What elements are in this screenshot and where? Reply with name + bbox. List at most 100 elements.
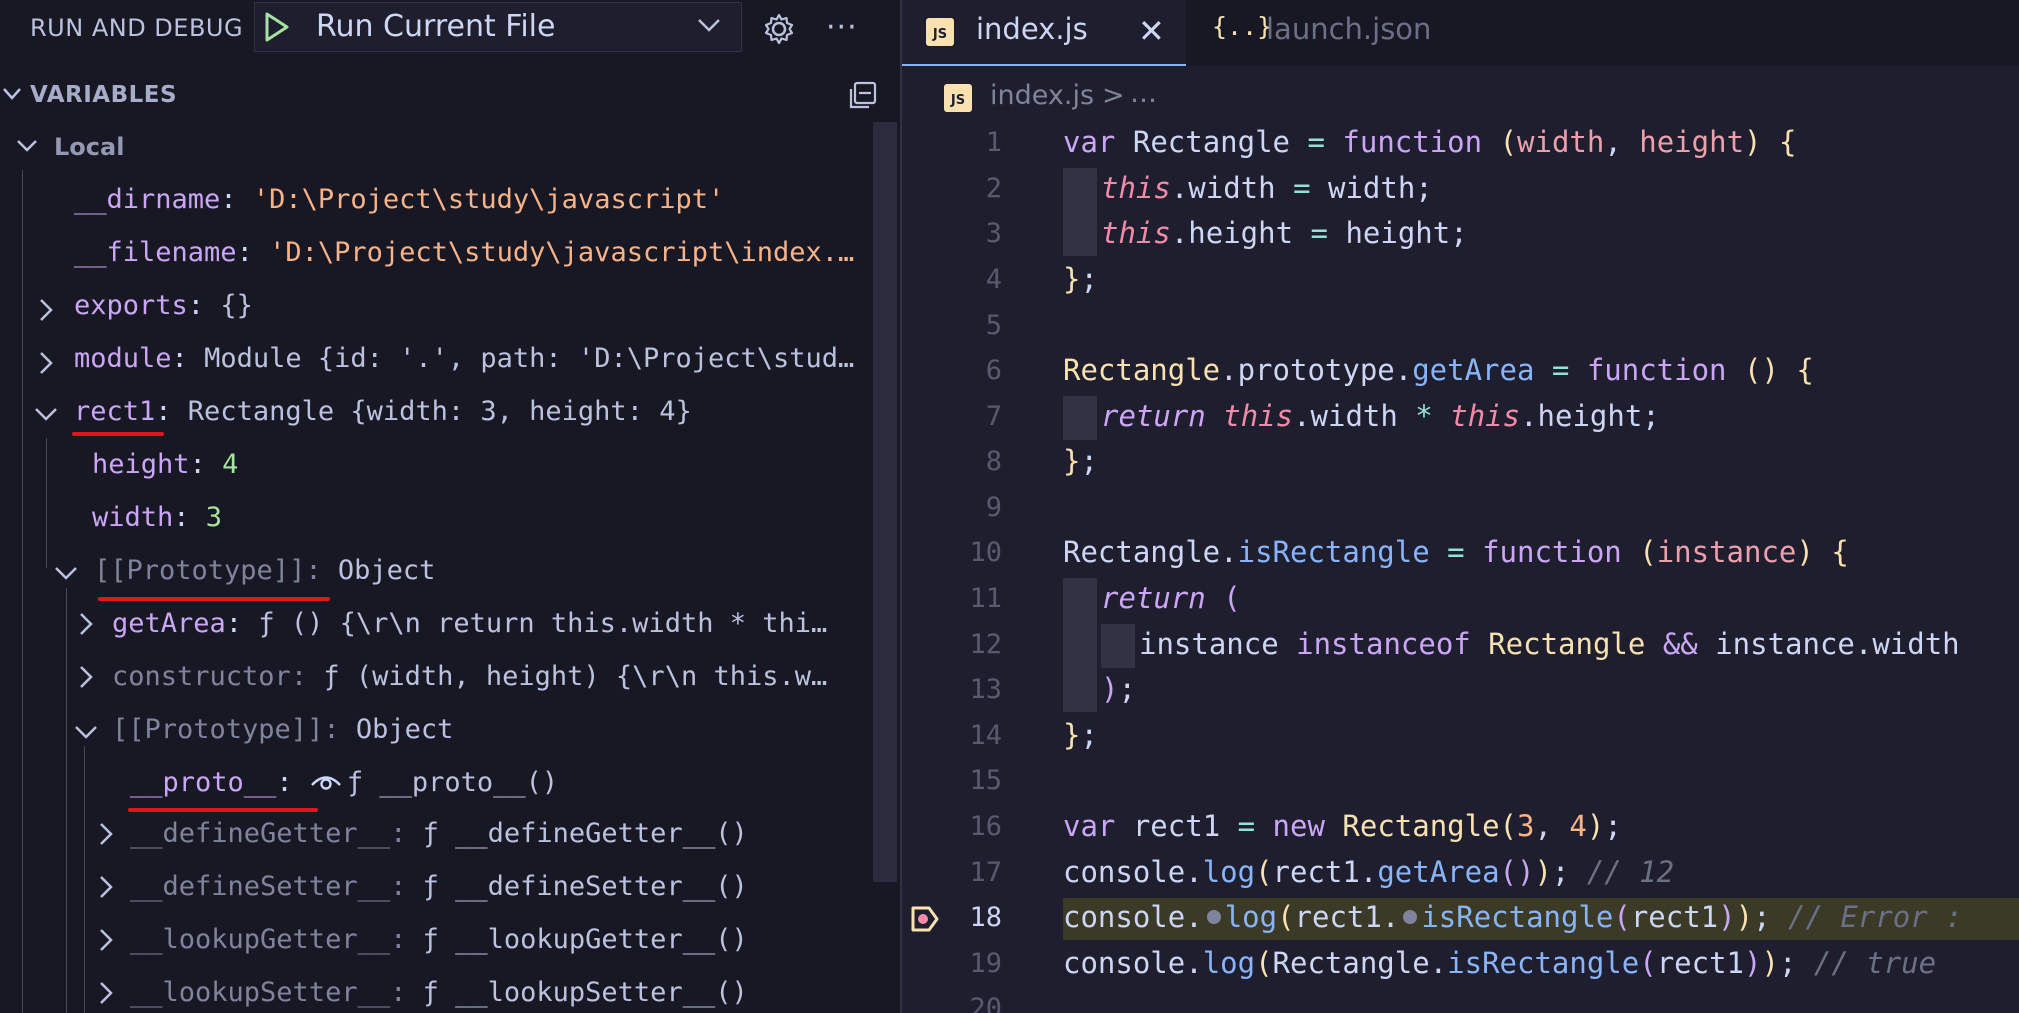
line-number: 8 [985,446,1002,477]
scrollbar[interactable] [873,122,897,882]
breadcrumb-symbol[interactable]: … [1130,78,1157,109]
var-name: __lookupSetter__ [130,977,391,1008]
var-value: ƒ __lookupSetter__() [422,977,748,1008]
code-comment: // true [1813,946,1937,980]
inline-breakpoint-icon[interactable] [1206,910,1221,924]
line-number: 4 [985,264,1002,295]
var-row-module[interactable]: module: Module {id: '.', path: 'D:\Proje… [74,343,854,374]
code-line-1[interactable]: var Rectangle = function (width, height)… [1063,125,1796,159]
tree-guide [66,588,67,1013]
tab-index-js[interactable]: JS index.js ✕ [902,0,1186,66]
code-line-12[interactable]: instance instanceof Rectangle && instanc… [1139,627,1960,661]
chevron-down-icon[interactable] [2,86,22,106]
var-value: ƒ __defineSetter__() [422,871,748,902]
var-value: ƒ __lookupGetter__() [422,924,748,955]
code-line-2[interactable]: this.width = width; [1101,171,1433,205]
inline-breakpoint-icon[interactable] [1403,910,1418,924]
chevron-right-icon[interactable] [98,928,114,956]
chevron-right-icon[interactable] [78,612,94,640]
var-row-prototype[interactable]: [[Prototype]]: Object [94,555,435,586]
var-name: __dirname [74,184,221,215]
start-debugging-icon[interactable] [264,12,290,46]
var-row-constructor[interactable]: constructor: ƒ (width, height) {\r\n thi… [112,661,827,692]
tree-guide [84,746,85,1013]
chevron-down-icon[interactable] [696,16,722,38]
chevron-right-icon[interactable] [78,665,94,693]
line-number: 3 [985,218,1002,249]
var-row-dirname[interactable]: __dirname: 'D:\Project\study\javascript' [74,184,724,215]
var-value: ƒ (width, height) {\r\n this.w… [323,661,828,692]
line-number: 20 [969,993,1002,1013]
var-row-definesetter[interactable]: __defineSetter__: ƒ __defineSetter__() [130,871,748,902]
chevron-down-icon[interactable] [74,724,98,744]
chevron-down-icon[interactable] [54,565,78,585]
code-line-4[interactable]: }; [1063,262,1098,296]
tab-launch-json[interactable]: launch.json [1266,12,1431,46]
var-value: Object [355,714,454,745]
var-row-proto-accessor[interactable]: __proto__: ƒ __proto__() [130,767,558,798]
more-actions-icon[interactable]: ··· [826,10,858,45]
var-name: [[Prototype]] [112,714,324,745]
annotation-underline [128,808,318,812]
var-row-lookupgetter[interactable]: __lookupGetter__: ƒ __lookupGetter__() [130,924,748,955]
var-value: 4 [222,449,239,480]
breadcrumb-file[interactable]: index.js [990,80,1094,111]
line-number: 1 [985,127,1002,158]
line-number: 19 [969,948,1002,979]
var-name: constructor [112,661,291,692]
var-row-lookupsetter[interactable]: __lookupSetter__: ƒ __lookupSetter__() [130,977,748,1008]
code-line-7[interactable]: return this.width * this.height; [1101,399,1660,433]
code-comment: // Error : [1788,900,1963,934]
code-line-11[interactable]: return ( [1101,581,1241,615]
line-number-current: 18 [969,902,1002,933]
scope-local[interactable]: Local [54,133,124,161]
code-line-18[interactable]: console. log(rect1. isRectangle(rect1)); /… [1063,900,1963,934]
var-name: rect1 [74,396,156,427]
indent-guide [1063,396,1097,440]
debug-config-label[interactable]: Run Current File [316,9,555,44]
code-line-19[interactable]: console.log(Rectangle.isRectangle(rect1)… [1063,946,1936,980]
code-line-10[interactable]: Rectangle.isRectangle = function (instan… [1063,535,1849,569]
tab-bar: JS index.js ✕ {..} launch.json [902,0,2019,66]
code-line-13[interactable]: ); [1101,672,1136,706]
var-row-width[interactable]: width: 3 [92,502,222,533]
var-row-definegetter[interactable]: __defineGetter__: ƒ __defineGetter__() [130,818,748,849]
code-line-17[interactable]: console.log(rect1.getArea()); // 12 [1063,855,1674,889]
var-name: __defineSetter__ [130,871,391,902]
var-value: 'D:\Project\study\javascript\index.… [269,237,855,268]
collapse-all-icon[interactable] [846,80,878,116]
chevron-right-icon[interactable] [98,875,114,903]
chevron-down-icon[interactable] [16,138,38,158]
gear-icon[interactable] [762,12,796,50]
close-icon[interactable]: ✕ [1138,12,1165,50]
var-value: Module {id: '.', path: 'D:\Project\stud… [204,343,855,374]
line-number: 7 [985,401,1002,432]
chevron-down-icon[interactable] [34,406,58,426]
var-row-getarea[interactable]: getArea: ƒ () {\r\n return this.width * … [112,608,827,639]
chevron-right-icon[interactable] [98,981,114,1009]
indent-guide [1063,168,1097,256]
line-number: 13 [969,674,1002,705]
variables-section-title[interactable]: VARIABLES [30,82,177,108]
var-name: __filename [74,237,237,268]
chevron-right-icon[interactable] [38,351,54,379]
debug-header: RUN AND DEBUG Run Current File ··· [0,0,900,56]
code-line-16[interactable]: var rect1 = new Rectangle(3, 4); [1063,809,1622,843]
code-line-14[interactable]: }; [1063,718,1098,752]
var-row-prototype-nested[interactable]: [[Prototype]]: Object [112,714,453,745]
eye-icon[interactable] [309,770,343,792]
chevron-right-icon[interactable] [98,822,114,850]
code-line-3[interactable]: this.height = height; [1101,216,1468,250]
var-row-exports[interactable]: exports: {} [74,290,253,321]
line-number: 15 [969,765,1002,796]
var-row-filename[interactable]: __filename: 'D:\Project\study\javascript… [74,237,854,268]
annotation-underline [72,432,164,436]
var-name: [[Prototype]] [94,555,306,586]
code-line-6[interactable]: Rectangle.prototype.getArea = function (… [1063,353,1814,387]
code-line-8[interactable]: }; [1063,444,1098,478]
breadcrumb-separator: > [1102,80,1125,111]
var-row-height[interactable]: height: 4 [92,449,238,480]
indent-guide [1101,624,1135,668]
var-row-rect1[interactable]: rect1: Rectangle {width: 3, height: 4} [74,396,692,427]
chevron-right-icon[interactable] [38,298,54,326]
